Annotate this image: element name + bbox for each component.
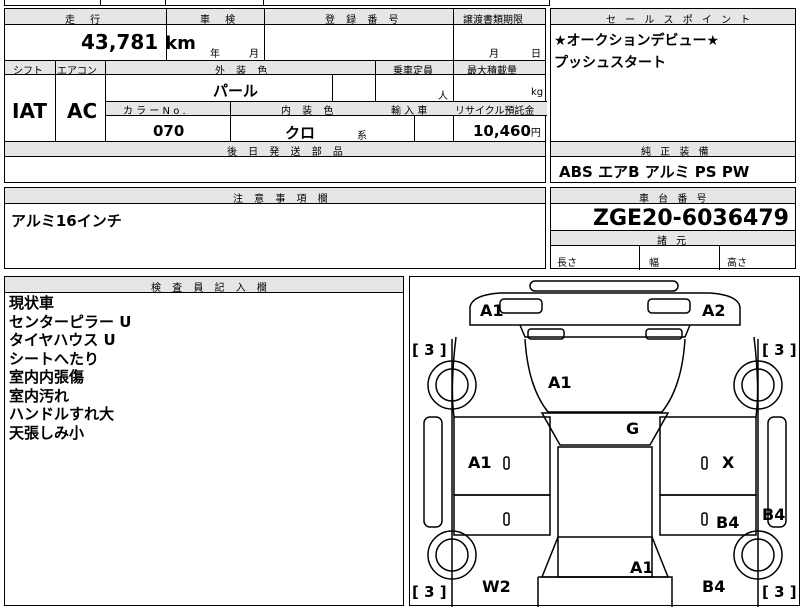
- mileage-header: 走 行: [65, 15, 107, 26]
- top-strip: [4, 0, 550, 6]
- list-item: ハンドルすれ大: [9, 405, 115, 423]
- vehicle-info-table: 走 行 車 検 登 録 番 号 譲渡書類期限 43,781 km 年 月 月 日…: [4, 8, 547, 143]
- interior-color-value: クロ: [285, 124, 316, 142]
- sales-point-line-1: ★オークションデビュー★: [554, 33, 720, 49]
- inspection-header: 車 検: [200, 15, 242, 26]
- interior-color-suffix: 系: [357, 131, 367, 142]
- transfer-month-label: 月: [489, 49, 499, 60]
- tire-tread-front-left: [ 3 ]: [412, 341, 447, 359]
- sales-point-box: セ ー ル ス ポ イ ン ト ★オークションデビュー★ プッシュスタート: [550, 8, 796, 142]
- notes-value: アルミ16インチ: [11, 212, 122, 230]
- tire-tread-rear-right: [ 3 ]: [762, 583, 797, 601]
- specs-header: 諸 元: [657, 236, 690, 247]
- chassis-number: ZGE20-6036479: [593, 206, 789, 231]
- exterior-color-value: パール: [213, 82, 259, 100]
- tire-tread-rear-left: [ 3 ]: [412, 583, 447, 601]
- mark-a1-front-left: A1: [480, 301, 504, 320]
- aircon-header: エアコン: [57, 66, 97, 77]
- recycle-deposit-value: 10,460円: [473, 122, 541, 140]
- max-load-unit: kg: [531, 87, 544, 98]
- later-parts-header: 後 日 発 送 部 品: [227, 147, 347, 158]
- mark-x-right-door: X: [722, 453, 735, 472]
- mark-b4-right-side: B4: [762, 505, 786, 524]
- notes-header: 注 意 事 項 欄: [233, 194, 332, 205]
- mark-a1-hood: A1: [548, 373, 572, 392]
- list-item: 天張しみ小: [9, 423, 85, 442]
- shift-value: IAT: [12, 99, 48, 123]
- mileage-value: 43,781 km: [81, 30, 196, 54]
- sales-point-line-2: プッシュスタート: [554, 55, 666, 71]
- notes-box: 注 意 事 項 欄 アルミ16インチ: [4, 187, 546, 269]
- exterior-color-header: 外 装 色: [215, 66, 272, 77]
- inspector-notes-box: 検 査 員 記 入 欄 現状車 センターピラー U タイヤハウス U シートへた…: [4, 276, 404, 606]
- capacity-header: 乗車定員: [393, 66, 433, 77]
- mark-b4-right-rear-door: B4: [716, 513, 740, 532]
- registration-header: 登 録 番 号: [325, 15, 403, 26]
- mark-b4-rear-right: B4: [702, 577, 726, 596]
- mark-a2-front-right: A2: [702, 301, 726, 320]
- aircon-value: AC: [67, 99, 98, 123]
- length-label: 長さ: [557, 258, 577, 269]
- standard-equipment-box: 純 正 装 備 ABS エアB アルミ PS PW: [550, 141, 796, 183]
- chassis-header: 車 台 番 号: [639, 194, 710, 205]
- list-item: タイヤハウス U: [9, 331, 116, 349]
- later-shipping-parts: 後 日 発 送 部 品: [4, 141, 546, 183]
- transfer-day-label: 日: [531, 49, 541, 60]
- sales-point-header: セ ー ル ス ポ イ ン ト: [606, 15, 754, 26]
- inspector-notes-list: 現状車 センターピラー U タイヤハウス U シートへたり 室内内張傷 室内汚れ…: [9, 294, 131, 442]
- car-damage-diagram: A1 A2 A1 G A1 X B4 B4 A1 W2 B4 [ 3 ] [ 3…: [409, 276, 800, 607]
- list-item: 現状車: [9, 294, 55, 312]
- import-car-header: 輸 入 車: [391, 106, 428, 117]
- mark-a1-left-door: A1: [468, 453, 492, 472]
- inspector-header: 検 査 員 記 入 欄: [151, 283, 271, 294]
- color-no-value: 070: [153, 122, 185, 140]
- recycle-deposit-header: リサイクル預託金: [455, 106, 535, 117]
- transfer-deadline-header: 譲渡書類期限: [463, 15, 523, 26]
- list-item: 室内内張傷: [9, 368, 85, 386]
- mark-w2-rear-left: W2: [482, 577, 511, 596]
- list-item: センターピラー U: [9, 312, 132, 331]
- inspection-month-label: 月: [249, 49, 259, 60]
- equipment-header: 純 正 装 備: [641, 147, 712, 158]
- list-item: シートへたり: [9, 349, 100, 368]
- chassis-box: 車 台 番 号 ZGE20-6036479 諸 元 長さ 幅 高さ: [550, 187, 796, 270]
- list-item: 室内汚れ: [9, 386, 70, 405]
- interior-color-header: 内 装 色: [281, 106, 338, 117]
- capacity-unit: 人: [438, 91, 448, 102]
- max-load-header: 最大積載量: [467, 66, 517, 77]
- width-label: 幅: [649, 258, 659, 269]
- mark-g-windshield: G: [626, 419, 640, 438]
- shift-header: シフト: [13, 66, 43, 77]
- tire-tread-front-right: [ 3 ]: [762, 341, 797, 359]
- inspection-year-label: 年: [210, 49, 220, 60]
- car-outline: [423, 280, 787, 607]
- color-no-header: カ ラ ー N o .: [123, 106, 186, 117]
- equipment-value: ABS エアB アルミ PS PW: [559, 163, 750, 181]
- mark-a1-rear: A1: [630, 558, 654, 577]
- height-label: 高さ: [727, 258, 747, 269]
